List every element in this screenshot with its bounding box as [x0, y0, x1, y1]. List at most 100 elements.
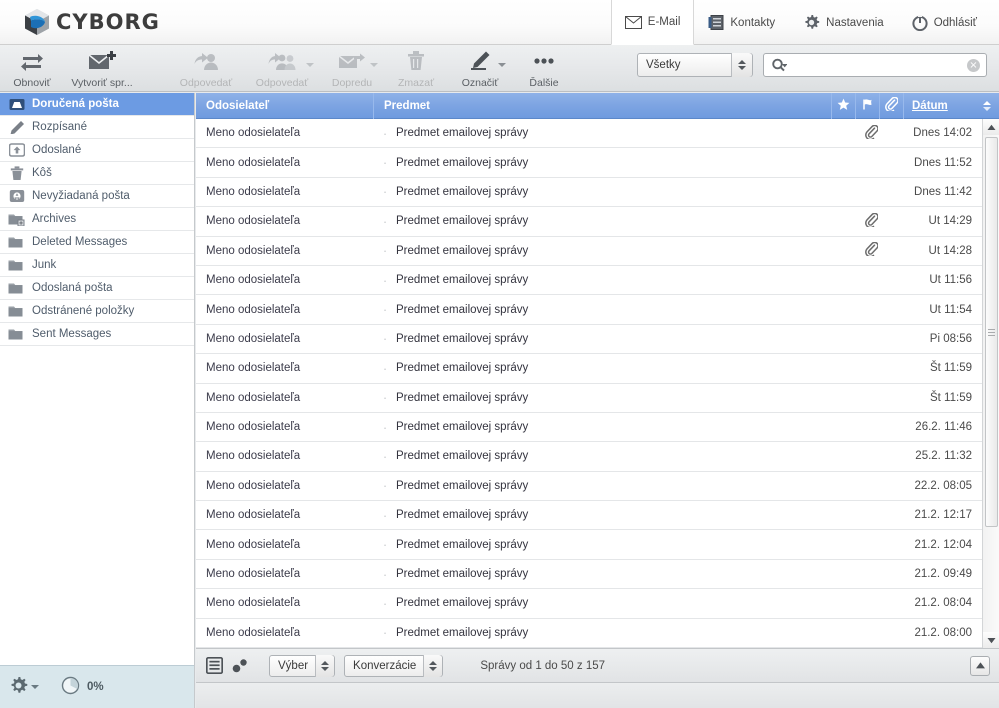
- search-scope-select[interactable]: Všetky: [637, 53, 753, 77]
- scroll-up-button[interactable]: [983, 119, 999, 135]
- task-email-label: E-Mail: [647, 16, 681, 28]
- chevron-down-icon: [31, 685, 39, 689]
- sidebar-item-inbox[interactable]: Doručená pošta: [0, 93, 194, 116]
- gear-icon: [803, 14, 820, 31]
- folder-plus-icon: [8, 211, 25, 227]
- table-row[interactable]: Meno odosielateľa · Predmet emailovej sprá…: [196, 266, 982, 296]
- search-zone: Všetky ×: [637, 53, 987, 77]
- table-row[interactable]: Meno odosielateľa · Predmet emailovej sprá…: [196, 237, 982, 266]
- row-date: Ut 14:28: [928, 244, 972, 257]
- delete-button[interactable]: Zmazať: [384, 45, 448, 92]
- table-row[interactable]: Meno odosielateľa · Predmet emailovej sprá…: [196, 384, 982, 413]
- sidebar-item-junk-en[interactable]: Junk: [0, 254, 194, 277]
- collapse-panel-button[interactable]: [970, 655, 990, 676]
- column-header-flag[interactable]: [855, 92, 879, 119]
- scrollbar-thumb[interactable]: [985, 137, 998, 527]
- folder-settings-button[interactable]: [0, 676, 39, 698]
- table-row[interactable]: Meno odosielateľa · Predmet emailovej sprá…: [196, 619, 982, 648]
- column-header-subject[interactable]: Predmet: [374, 93, 831, 119]
- table-row[interactable]: Meno odosielateľa · Predmet emailovej sprá…: [196, 295, 982, 325]
- sidebar-item-deleted-messages[interactable]: Deleted Messages: [0, 231, 194, 254]
- row-date: 21.2. 08:00: [914, 626, 972, 639]
- table-row[interactable]: Meno odosielateľa · Predmet emailovej sprá…: [196, 501, 982, 531]
- clear-search-icon[interactable]: ×: [967, 59, 980, 72]
- table-row[interactable]: Meno odosielateľa · Predmet emailovej sprá…: [196, 413, 982, 443]
- table-row[interactable]: Meno odosielateľa · Predmet emailovej sprá…: [196, 325, 982, 355]
- folder-list: Doručená pošta Rozpísané Odoslané Kôš Ne…: [0, 93, 194, 664]
- app-logo[interactable]: CYBORG: [22, 7, 160, 37]
- unread-dot-icon: ·: [382, 125, 388, 141]
- message-count-status: Správy od 1 do 50 z 157: [480, 659, 606, 672]
- quota-indicator[interactable]: 0%: [61, 676, 104, 698]
- sidebar-item-label: Odoslaná pošta: [32, 282, 113, 294]
- table-row[interactable]: Meno odosielateľa · Predmet emailovej sprá…: [196, 560, 982, 590]
- sidebar-item-sent-messages[interactable]: Sent Messages: [0, 323, 194, 346]
- attachment-cell: [856, 241, 886, 259]
- unread-dot-icon: ·: [382, 243, 388, 259]
- chevron-down-icon: [306, 63, 314, 67]
- message-list-scrollbar[interactable]: [982, 119, 999, 648]
- mark-button[interactable]: Označiť: [448, 45, 512, 92]
- list-view-icon[interactable]: [206, 657, 223, 674]
- column-header-date[interactable]: Dátum: [903, 92, 999, 119]
- row-subject: Predmet emailovej správy: [396, 215, 529, 228]
- reply-all-button[interactable]: Odpovedať: [244, 45, 320, 92]
- table-row[interactable]: Meno odosielateľa · Predmet emailovej sprá…: [196, 472, 982, 502]
- table-row[interactable]: Meno odosielateľa · Predmet emailovej sprá…: [196, 442, 982, 472]
- table-row[interactable]: Meno odosielateľa · Predmet emailovej sprá…: [196, 589, 982, 619]
- row-sender: Meno odosielateľa: [206, 626, 301, 639]
- view-mode-dropdown[interactable]: Konverzácie: [344, 654, 444, 677]
- row-sender: Meno odosielateľa: [206, 185, 301, 198]
- threads-icon[interactable]: [232, 658, 248, 674]
- table-row[interactable]: Meno odosielateľa · Predmet emailovej sprá…: [196, 207, 982, 237]
- table-row[interactable]: Meno odosielateľa · Predmet emailovej sprá…: [196, 530, 982, 560]
- search-box[interactable]: ×: [763, 53, 987, 77]
- selection-dropdown[interactable]: Výber: [269, 654, 336, 677]
- sidebar-item-odoslana-posta[interactable]: Odoslaná pošta: [0, 277, 194, 300]
- table-row[interactable]: Meno odosielateľa · Predmet emailovej sprá…: [196, 148, 982, 178]
- task-logout[interactable]: Odhlásiť: [898, 0, 991, 45]
- row-date: Dnes 11:42: [914, 185, 972, 198]
- task-email[interactable]: E-Mail: [610, 0, 695, 45]
- sidebar-item-label: Doručená pošta: [32, 98, 119, 110]
- sidebar-item-odstranene-polozky[interactable]: Odstránené položky: [0, 300, 194, 323]
- paperclip-icon: [864, 124, 879, 142]
- column-header-sender[interactable]: Odosielateľ: [196, 92, 374, 119]
- row-date: 21.2. 09:49: [914, 568, 972, 581]
- task-settings[interactable]: Nastavenia: [789, 0, 898, 45]
- row-date: 21.2. 12:04: [914, 538, 972, 551]
- row-date: Dnes 11:52: [914, 156, 972, 169]
- sidebar-item-label: Rozpísané: [32, 121, 87, 133]
- view-mode-dropdown-value: Konverzácie: [353, 659, 417, 672]
- sidebar-item-trash[interactable]: Kôš: [0, 162, 194, 185]
- task-contacts[interactable]: Kontakty: [694, 0, 789, 45]
- sidebar-item-label: Nevyžiadaná pošta: [32, 190, 130, 202]
- table-row[interactable]: Meno odosielateľa · Predmet emailovej sprá…: [196, 178, 982, 208]
- taskbar: E-Mail Kontakty Nastavenia Odhlásiť: [610, 0, 991, 45]
- sidebar-item-drafts[interactable]: Rozpísané: [0, 116, 194, 139]
- column-header-attachment[interactable]: [879, 92, 903, 119]
- trash-icon: [406, 48, 426, 74]
- table-row[interactable]: Meno odosielateľa · Predmet emailovej sprá…: [196, 354, 982, 384]
- paperclip-icon: [885, 96, 899, 114]
- table-row[interactable]: Meno odosielateľa · Predmet emailovej sprá…: [196, 119, 982, 149]
- top-bar: CYBORG E-Mail Kontakty Nastavenia Odhlás…: [0, 0, 999, 45]
- refresh-icon: [20, 48, 44, 74]
- compose-button[interactable]: Vytvoriť spr...: [64, 45, 140, 92]
- row-date: 26.2. 11:46: [915, 421, 972, 434]
- search-input[interactable]: [794, 54, 954, 76]
- unread-dot-icon: ·: [382, 478, 388, 494]
- cyborg-cube-icon: [22, 7, 52, 37]
- sidebar-item-archives[interactable]: Archives: [0, 208, 194, 231]
- sidebar-item-junk[interactable]: Nevyžiadaná pošta: [0, 185, 194, 208]
- more-button[interactable]: Ďalšie: [512, 45, 576, 92]
- sidebar-item-sent[interactable]: Odoslané: [0, 139, 194, 162]
- sidebar: Doručená pošta Rozpísané Odoslané Kôš Ne…: [0, 93, 195, 708]
- row-sender: Meno odosielateľa: [206, 421, 301, 434]
- row-date: Pi 08:56: [929, 332, 972, 345]
- refresh-button[interactable]: Obnoviť: [0, 45, 64, 92]
- scroll-down-button[interactable]: [983, 632, 999, 648]
- column-header-star[interactable]: [831, 92, 855, 119]
- forward-button[interactable]: Dopredu: [320, 45, 384, 92]
- reply-button[interactable]: Odpovedať: [168, 45, 244, 92]
